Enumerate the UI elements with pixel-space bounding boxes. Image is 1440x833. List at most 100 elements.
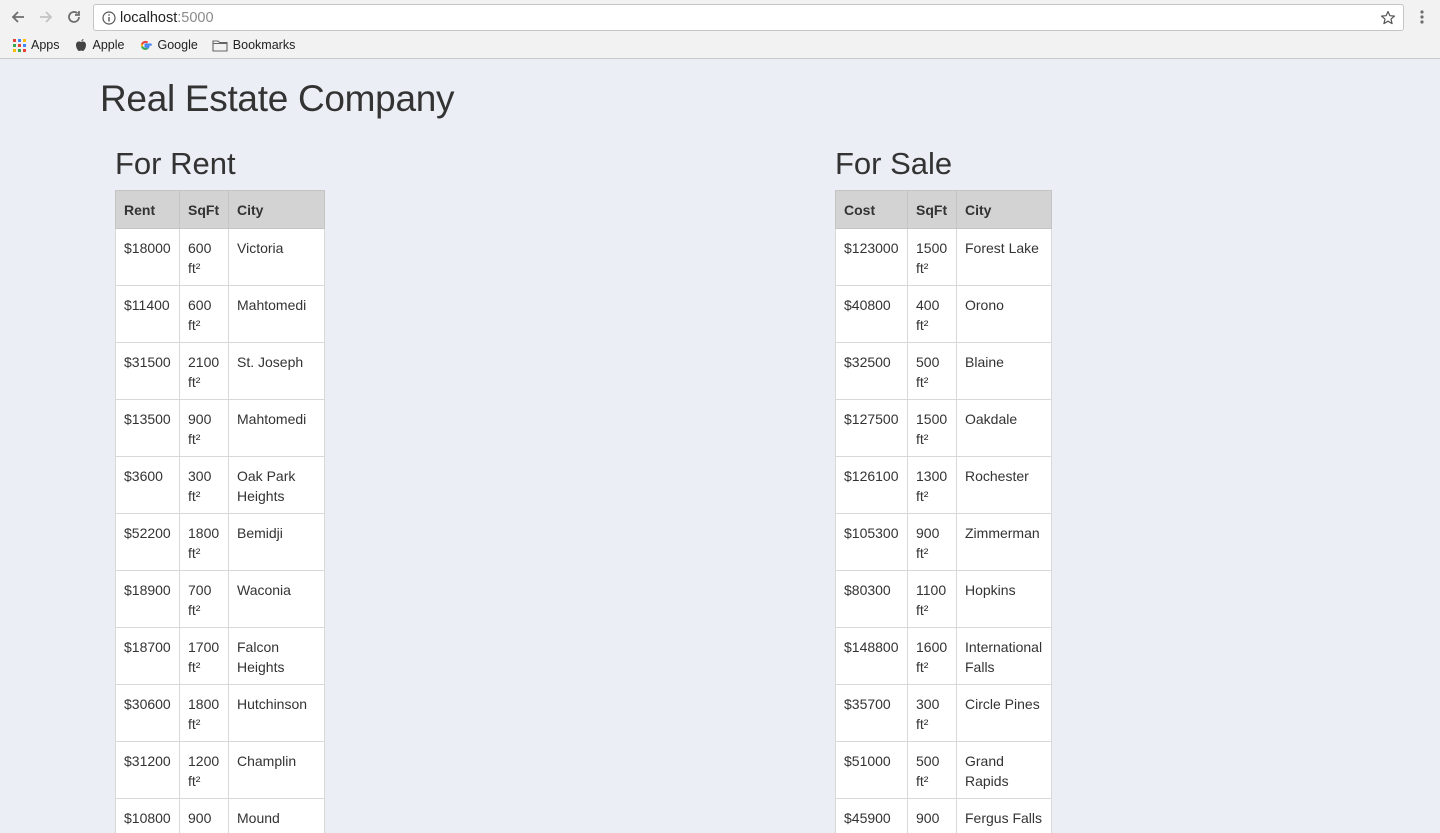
sqft-unit: ft²: [916, 317, 929, 333]
column-header-sqft: SqFt: [179, 190, 229, 229]
table-row: $45900900ft²Fergus Falls: [835, 798, 1052, 833]
price-cell: $18700: [115, 627, 180, 685]
city-cell: Hutchinson: [228, 684, 325, 742]
for-rent-table-body: $18000 600 ft² Victoria $11400 600 ft² Mahtomed…: [115, 228, 325, 833]
price-cell: $51000: [835, 741, 908, 799]
price-cell: $11400: [115, 285, 180, 343]
city-cell: St. Joseph: [228, 342, 325, 400]
table-row: $123000 1500 ft² Forest Lake: [835, 228, 1052, 286]
table-row: $126100 1300 ft² Rochester: [835, 456, 1052, 514]
sqft-value: 1800: [188, 696, 220, 712]
sqft-unit: ft²: [916, 773, 929, 789]
table-row: $80300 1100 ft² Hopkins: [835, 570, 1052, 628]
sqft-unit: ft²: [188, 545, 201, 561]
forward-arrow-icon[interactable]: [35, 6, 57, 28]
price-cell: $148800: [835, 627, 908, 685]
sqft-cell: 500 ft²: [907, 741, 957, 799]
city-cell: Oakdale: [956, 399, 1052, 457]
sqft-value: 1600: [916, 639, 948, 655]
apps-grid-icon: [12, 38, 26, 52]
bookmark-google[interactable]: Google: [138, 38, 198, 52]
info-icon[interactable]: [101, 10, 116, 25]
bookmark-label: Google: [157, 38, 198, 52]
sqft-cell: 300 ft²: [179, 456, 229, 514]
sqft-value: 1200: [188, 753, 220, 769]
sqft-value: 600: [188, 297, 212, 313]
table-row: $40800 400 ft² Orono: [835, 285, 1052, 343]
price-cell: $13500: [115, 399, 180, 457]
city-cell: Oak Park Heights: [228, 456, 325, 514]
address-bar[interactable]: localhost:5000: [93, 4, 1404, 31]
browser-toolbar: localhost:5000 Apps Apple Google Bookmar…: [0, 0, 1440, 59]
sqft-cell: 300 ft²: [907, 684, 957, 742]
sqft-cell: 900 ft²: [907, 513, 957, 571]
bookmark-folder[interactable]: Bookmarks: [212, 38, 296, 52]
sqft-unit: ft²: [916, 659, 929, 675]
for-sale-table-body: $123000 1500 ft² Forest Lake $40800 400 ft² Oro…: [835, 228, 1052, 833]
sqft-unit: ft²: [916, 716, 929, 732]
table-row: $51000 500 ft² Grand Rapids: [835, 741, 1052, 799]
bookmark-apple[interactable]: Apple: [74, 38, 124, 52]
sqft-unit: ft²: [916, 488, 929, 504]
reload-icon[interactable]: [63, 6, 85, 28]
price-cell: $3600: [115, 456, 180, 514]
sqft-cell: 500 ft²: [907, 342, 957, 400]
for-rent-table: Rent SqFt City $18000 600 ft² Victoria $1140…: [115, 190, 325, 833]
apple-icon: [74, 38, 88, 52]
sqft-unit: ft²: [188, 260, 201, 276]
price-cell: $40800: [835, 285, 908, 343]
sqft-cell: 400 ft²: [907, 285, 957, 343]
bookmark-label: Apps: [31, 38, 60, 52]
sqft-cell: 1100 ft²: [907, 570, 957, 628]
sqft-value: 900: [188, 411, 212, 427]
sqft-unit: ft²: [188, 716, 201, 732]
sqft-unit: ft²: [188, 659, 201, 675]
city-cell: Zimmerman: [956, 513, 1052, 571]
sqft-unit: ft²: [916, 260, 929, 276]
sqft-value: 500: [916, 354, 940, 370]
bookmark-star-icon[interactable]: [1379, 9, 1397, 27]
price-cell: $123000: [835, 228, 908, 286]
table-row: $31200 1200 ft² Champlin: [115, 741, 325, 799]
bookmark-apps[interactable]: Apps: [12, 38, 60, 52]
sqft-value: 300: [916, 696, 940, 712]
sqft-unit: ft²: [188, 317, 201, 333]
url-text[interactable]: localhost:5000: [120, 10, 214, 26]
sqft-unit: ft²: [188, 374, 201, 390]
sqft-value: 900: [188, 810, 212, 826]
table-row: $105300 900 ft² Zimmerman: [835, 513, 1052, 571]
sqft-cell: 700 ft²: [179, 570, 229, 628]
price-cell: $18900: [115, 570, 180, 628]
price-cell: $45900: [835, 798, 908, 833]
column-header-city: City: [956, 190, 1052, 229]
sqft-cell: 1500 ft²: [907, 228, 957, 286]
sqft-unit: ft²: [916, 374, 929, 390]
browser-menu-icon[interactable]: [1414, 7, 1430, 27]
sqft-unit: ft²: [188, 773, 201, 789]
sqft-value: 1500: [916, 240, 948, 256]
column-header-rent: Rent: [115, 190, 180, 229]
price-cell: $105300: [835, 513, 908, 571]
table-row: $32500 500 ft² Blaine: [835, 342, 1052, 400]
url-port: :5000: [177, 10, 214, 26]
city-cell: Grand Rapids: [956, 741, 1052, 799]
table-row: $148800 1600 ft² International Falls: [835, 627, 1052, 685]
city-cell: Orono: [956, 285, 1052, 343]
google-icon: [138, 38, 152, 52]
city-cell: Victoria: [228, 228, 325, 286]
city-cell: Rochester: [956, 456, 1052, 514]
price-cell: $80300: [835, 570, 908, 628]
price-cell: $127500: [835, 399, 908, 457]
table-row: $3600 300 ft² Oak Park Heights: [115, 456, 325, 514]
back-arrow-icon[interactable]: [7, 6, 29, 28]
for-sale-heading: For Sale: [835, 146, 953, 181]
bookmark-label: Bookmarks: [232, 38, 296, 52]
price-cell: $35700: [835, 684, 908, 742]
sqft-cell: 600 ft²: [179, 228, 229, 286]
price-cell: $52200: [115, 513, 180, 571]
price-cell: $126100: [835, 456, 908, 514]
city-cell: Mahtomedi: [228, 285, 325, 343]
sqft-cell: 1700 ft²: [179, 627, 229, 685]
table-header-row: Cost SqFt City: [835, 190, 1052, 229]
sqft-value: 900: [916, 810, 940, 826]
